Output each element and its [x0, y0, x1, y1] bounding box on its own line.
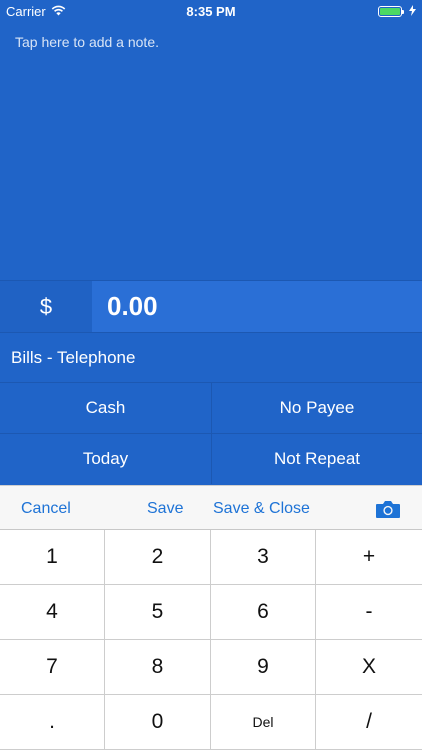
repeat-button[interactable]: Not Repeat — [211, 434, 422, 484]
key-9[interactable]: 9 — [211, 640, 316, 695]
battery-icon — [378, 6, 404, 17]
category-selector[interactable]: Bills - Telephone — [0, 332, 422, 382]
key-5[interactable]: 5 — [105, 585, 211, 640]
key-minus[interactable]: - — [316, 585, 422, 640]
key-3[interactable]: 3 — [211, 530, 316, 585]
key-delete[interactable]: Del — [211, 695, 316, 750]
key-7[interactable]: 7 — [0, 640, 105, 695]
key-divide[interactable]: / — [316, 695, 422, 750]
save-button[interactable]: Save — [147, 486, 183, 531]
payee-button[interactable]: No Payee — [211, 383, 422, 433]
amount-field[interactable]: 0.00 — [92, 281, 422, 332]
method-payee-row: Cash No Payee — [0, 382, 422, 433]
key-0[interactable]: 0 — [105, 695, 211, 750]
cancel-button[interactable]: Cancel — [21, 486, 71, 531]
note-placeholder: Tap here to add a note. — [15, 34, 159, 50]
key-plus[interactable]: + — [316, 530, 422, 585]
note-area[interactable]: Tap here to add a note. — [0, 22, 422, 280]
currency-button[interactable]: $ — [0, 281, 92, 332]
numeric-keypad: 1 2 3 +4 5 6- 7 8 9 X. 0 Del / — [0, 530, 422, 750]
key-2[interactable]: 2 — [105, 530, 211, 585]
key-4[interactable]: 4 — [0, 585, 105, 640]
status-bar: Carrier 8:35 PM — [0, 0, 422, 22]
status-time: 8:35 PM — [186, 4, 236, 19]
key-decimal[interactable]: . — [0, 695, 105, 750]
key-multiply[interactable]: X — [316, 640, 422, 695]
amount-row: $ 0.00 — [0, 280, 422, 332]
save-close-button[interactable]: Save & Close — [213, 486, 310, 531]
date-repeat-row: Today Not Repeat — [0, 433, 422, 484]
key-8[interactable]: 8 — [105, 640, 211, 695]
status-right — [378, 4, 416, 19]
action-toolbar: Cancel Save Save & Close — [0, 485, 422, 530]
key-1[interactable]: 1 — [0, 530, 105, 585]
date-button[interactable]: Today — [0, 434, 211, 484]
key-6[interactable]: 6 — [211, 585, 316, 640]
battery-level — [380, 8, 400, 15]
camera-icon[interactable] — [375, 486, 401, 531]
charging-icon — [409, 4, 416, 19]
payment-method-button[interactable]: Cash — [0, 383, 211, 433]
